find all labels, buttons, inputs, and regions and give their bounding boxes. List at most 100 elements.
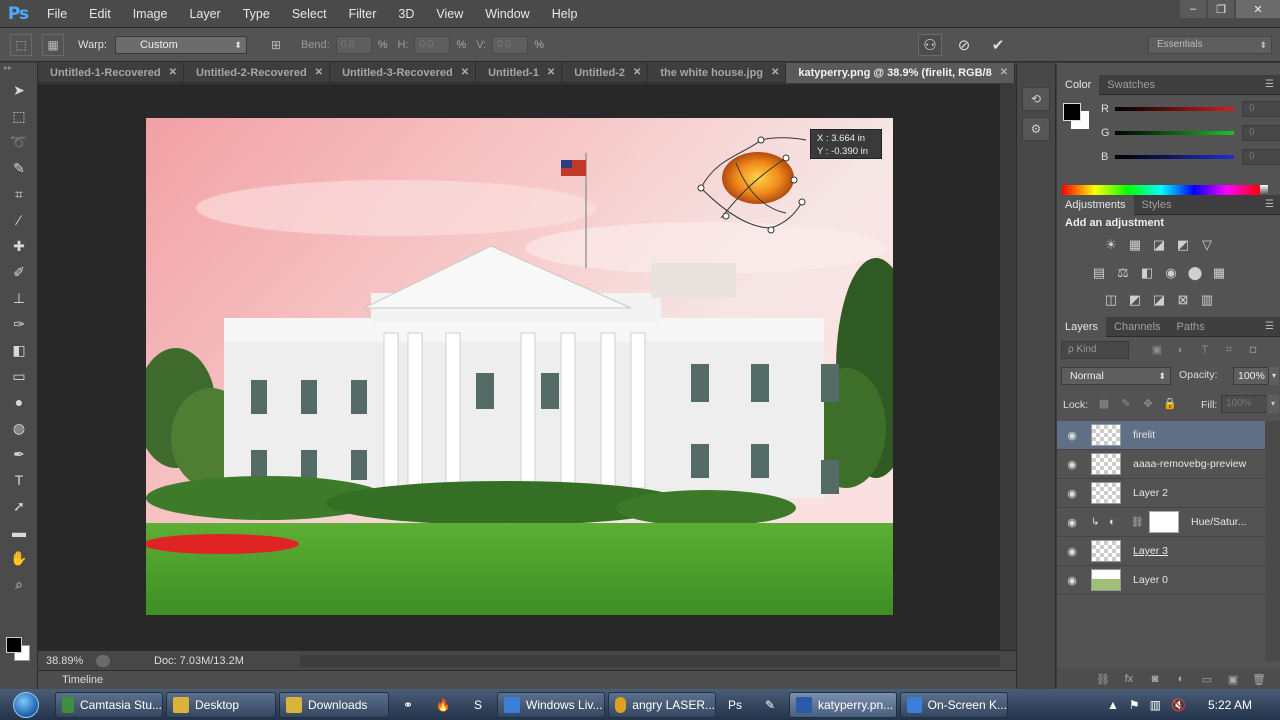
layer-row-layer-2[interactable]: ◉ Layer 2 — [1057, 479, 1265, 508]
delete-layer-icon[interactable]: 🗑 — [1246, 673, 1272, 686]
gradient-tool-icon[interactable]: ▭ — [0, 363, 38, 389]
exposure-icon[interactable]: ◩ — [1171, 235, 1195, 255]
adjustment-layer-icon[interactable]: ◐ — [1109, 516, 1125, 528]
selective-color-icon[interactable]: ⊠ — [1171, 290, 1195, 310]
healing-brush-tool-icon[interactable]: ✚ — [0, 233, 38, 259]
blue-slider-row[interactable]: B 0 — [1101, 149, 1280, 165]
crop-tool-icon[interactable]: ⌗ — [0, 181, 38, 207]
new-layer-icon[interactable]: ▣ — [1220, 673, 1246, 686]
channel-mixer-icon[interactable]: ⬤ — [1183, 263, 1207, 283]
pen-tool-icon[interactable]: ✒ — [0, 441, 38, 467]
photo-filter-icon[interactable]: ◉ — [1159, 263, 1183, 283]
layer-row-layer-0[interactable]: ◉ Layer 0 — [1057, 566, 1265, 595]
eye-icon[interactable]: ◉ — [1057, 516, 1087, 529]
layer-row-layer-3[interactable]: ◉ Layer 3 — [1057, 537, 1265, 566]
eye-icon[interactable]: ◉ — [1057, 429, 1087, 442]
filter-adjustment-icon[interactable]: ◐ — [1169, 341, 1193, 359]
marquee-tool-icon[interactable]: ⬚ — [0, 103, 38, 129]
puppet-warp-icon[interactable]: ⚇ — [918, 34, 942, 56]
red-value[interactable]: 0 — [1242, 101, 1280, 117]
layer-row-hue-saturation[interactable]: ◉ ↳ ◐ ⛓ Hue/Satur... — [1057, 508, 1265, 537]
tab-adjustments[interactable]: Adjustments — [1057, 194, 1134, 215]
close-icon[interactable]: ✕ — [315, 63, 323, 83]
dodge-tool-icon[interactable]: ◍ — [0, 415, 38, 441]
fill-field[interactable]: 100% — [1221, 395, 1269, 413]
path-select-tool-icon[interactable]: ➚ — [0, 493, 38, 519]
quick-select-tool-icon[interactable]: ✎ — [0, 155, 38, 181]
layer-name[interactable]: Layer 2 — [1133, 487, 1168, 499]
layers-scrollbar[interactable] — [1265, 421, 1280, 661]
status-info-icon[interactable] — [96, 654, 110, 667]
menu-file[interactable]: File — [36, 0, 78, 28]
firefox-icon[interactable]: 🔥 — [427, 692, 459, 718]
color-lookup-icon[interactable]: ▦ — [1207, 263, 1231, 283]
green-slider[interactable] — [1115, 131, 1235, 135]
foreground-color-swatch[interactable] — [6, 637, 22, 653]
transform-tool-icon[interactable]: ⬚ — [10, 33, 32, 56]
taskbar-chrome[interactable]: angry LASER... — [608, 691, 716, 718]
tab-untitled-1-recovered[interactable]: Untitled-1-Recovered ✕ — [38, 63, 185, 83]
warp-style-dropdown[interactable]: Custom — [114, 35, 247, 54]
brush-tool-icon[interactable]: ✐ — [0, 259, 38, 285]
layer-thumbnail[interactable] — [1091, 482, 1121, 504]
close-icon[interactable]: ✕ — [771, 63, 779, 83]
close-icon[interactable]: ✕ — [461, 63, 469, 83]
workspace-dropdown[interactable]: Essentials — [1148, 36, 1272, 54]
close-button[interactable]: ✕ — [1236, 0, 1280, 18]
brightness-icon[interactable]: ☀ — [1099, 235, 1123, 255]
commit-transform-icon[interactable]: ✔ — [986, 34, 1010, 56]
tab-channels[interactable]: Channels — [1106, 317, 1168, 337]
opacity-field[interactable]: 100% — [1233, 367, 1269, 385]
canvas-area[interactable]: X : 3.664 in Y : -0.390 in — [38, 84, 1000, 650]
tab-layers[interactable]: Layers — [1057, 316, 1107, 337]
fill-arrow-icon[interactable]: ▾ — [1267, 395, 1279, 413]
layer-name[interactable]: firelit — [1133, 429, 1155, 441]
red-slider[interactable] — [1115, 107, 1235, 111]
document-image[interactable]: X : 3.664 in Y : -0.390 in — [146, 118, 893, 615]
close-icon[interactable]: ✕ — [169, 63, 177, 83]
layer-row-firelit[interactable]: ◉ firelit — [1057, 421, 1265, 450]
layer-thumbnail[interactable] — [1091, 540, 1121, 562]
color-balance-icon[interactable]: ⚖ — [1111, 263, 1135, 283]
move-tool-icon[interactable]: ➤ — [0, 77, 38, 103]
warp-orientation-icon[interactable]: ⊞ — [265, 34, 287, 56]
hue-saturation-icon[interactable]: ▤ — [1087, 263, 1111, 283]
foreground-color-chip[interactable] — [1063, 103, 1081, 121]
layer-name[interactable]: Layer 3 — [1133, 545, 1168, 557]
tab-untitled-2-recovered[interactable]: Untitled-2-Recovered ✕ — [184, 63, 331, 83]
layer-filter-dropdown[interactable]: ρ Kind — [1061, 341, 1129, 359]
chain-link-icon[interactable]: ⛓ — [1131, 517, 1144, 528]
tab-katyperry[interactable]: katyperry.png @ 38.9% (firelit, RGB/8 ✕ — [786, 63, 1016, 83]
network-icon[interactable]: ▥ — [1150, 698, 1161, 712]
eraser-tool-icon[interactable]: ◧ — [0, 337, 38, 363]
layer-name[interactable]: Layer 0 — [1133, 574, 1168, 586]
paint-icon[interactable]: ✎ — [754, 692, 786, 718]
red-slider-row[interactable]: R 0 — [1101, 101, 1280, 117]
close-icon[interactable]: ✕ — [547, 63, 555, 83]
eye-icon[interactable]: ◉ — [1057, 458, 1087, 471]
filter-shape-icon[interactable]: ⌗ — [1217, 341, 1241, 359]
filter-type-icon[interactable]: T — [1193, 341, 1217, 359]
bend-field[interactable]: 0.0 — [335, 35, 372, 54]
panel-grip-icon[interactable]: ▸▸ — [0, 63, 37, 77]
type-tool-icon[interactable]: T — [0, 467, 38, 493]
taskbar-downloads[interactable]: Downloads — [279, 691, 389, 718]
taskbar-desktop[interactable]: Desktop — [166, 691, 276, 718]
link-layers-icon[interactable]: ⛓ — [1090, 673, 1116, 686]
menu-image[interactable]: Image — [122, 0, 179, 28]
green-slider-row[interactable]: G 0 — [1101, 125, 1280, 141]
tab-white-house[interactable]: the white house.jpg ✕ — [648, 63, 787, 83]
green-value[interactable]: 0 — [1242, 125, 1280, 141]
layer-thumbnail[interactable] — [1091, 424, 1121, 446]
lock-all-icon[interactable]: 🔒 — [1159, 395, 1181, 413]
lock-image-icon[interactable]: ✎ — [1115, 395, 1137, 413]
start-button[interactable] — [0, 689, 52, 720]
layer-style-icon[interactable]: fx — [1116, 673, 1142, 685]
zoom-level[interactable]: 38.89% — [38, 655, 83, 667]
close-icon[interactable]: ✕ — [1000, 63, 1008, 83]
tab-styles[interactable]: Styles — [1134, 195, 1180, 215]
history-panel-icon[interactable]: ⟲ — [1022, 87, 1050, 111]
tab-paths[interactable]: Paths — [1169, 317, 1213, 337]
vibrance-icon[interactable]: ▽ — [1195, 235, 1219, 255]
taskbar-windows-live[interactable]: Windows Liv... — [497, 691, 605, 718]
